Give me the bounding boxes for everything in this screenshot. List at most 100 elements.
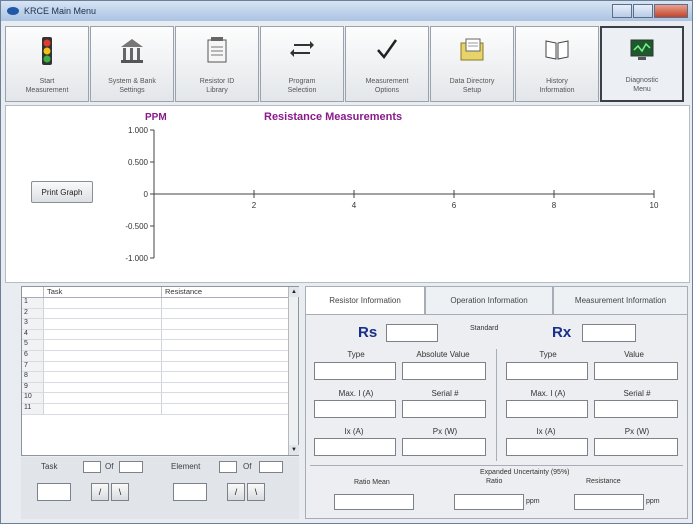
table-row[interactable]: 4: [22, 329, 298, 341]
rs-max-i-field[interactable]: [314, 400, 396, 418]
row-number: 5: [22, 340, 44, 350]
resistance-cell[interactable]: [162, 298, 289, 308]
maximize-button[interactable]: [633, 4, 653, 18]
rs-type-field[interactable]: [314, 362, 396, 380]
rx-field[interactable]: [582, 324, 636, 342]
tab-resistor-information[interactable]: Resistor Information: [305, 286, 425, 314]
element-total-field[interactable]: [259, 461, 283, 473]
chart-title: Resistance Measurements: [264, 111, 402, 123]
main-toolbar: Start Measurement System & Bank Settings…: [5, 26, 690, 102]
task-current-field[interactable]: [83, 461, 101, 473]
table-row[interactable]: 10: [22, 393, 298, 404]
close-button[interactable]: [654, 4, 688, 18]
task-navigation: Task Of Element Of / \ / \: [21, 457, 299, 519]
print-graph-button[interactable]: Print Graph: [31, 181, 93, 203]
uncertainty-section: Expanded Uncertainty (95%) Ratio Mean Ra…: [310, 465, 683, 517]
task-cell[interactable]: [44, 350, 162, 361]
task-cell[interactable]: [44, 372, 162, 382]
minimize-button[interactable]: [612, 4, 632, 18]
resistance-uncertainty-field[interactable]: [574, 494, 644, 510]
task-cell[interactable]: [44, 329, 162, 340]
rx-px-field[interactable]: [594, 438, 678, 456]
table-row[interactable]: 8: [22, 372, 298, 383]
task-cell[interactable]: [44, 298, 162, 308]
resistor-info-body: Rs Standard Rx Type Absolute Value Max. …: [305, 314, 688, 519]
y-tick-label: -0.500: [125, 222, 148, 231]
task-cell[interactable]: [44, 382, 162, 393]
program-selection-button[interactable]: Program Selection: [260, 26, 344, 102]
row-number: 11: [22, 403, 44, 414]
task-cell[interactable]: [44, 308, 162, 319]
resistance-cell[interactable]: [162, 319, 289, 329]
table-row[interactable]: 3: [22, 319, 298, 330]
rs-type-label: Type: [347, 350, 365, 359]
task-cell[interactable]: [44, 361, 162, 372]
rx-ix-field[interactable]: [506, 438, 588, 456]
task-total-field[interactable]: [119, 461, 143, 473]
rs-field[interactable]: [386, 324, 438, 342]
ratio-uncertainty-field[interactable]: [454, 494, 524, 510]
task-cell[interactable]: [44, 319, 162, 329]
resistance-ppm-unit: ppm: [646, 498, 660, 505]
grid-scrollbar[interactable]: ▲ ▼: [288, 287, 299, 455]
data-directory-setup-button[interactable]: Data Directory Setup: [430, 26, 514, 102]
table-row[interactable]: 9: [22, 382, 298, 394]
resistance-cell[interactable]: [162, 393, 289, 403]
task-prev-button[interactable]: /: [91, 483, 109, 501]
element-next-button[interactable]: \: [247, 483, 265, 501]
chart-svg: PPM Resistance Measurements 1.000 0.500 0 -…: [125, 111, 659, 263]
row-number: 8: [22, 372, 44, 382]
rs-serial-field[interactable]: [402, 400, 486, 418]
history-information-button[interactable]: History Information: [515, 26, 599, 102]
task-cell[interactable]: [44, 403, 162, 414]
table-row[interactable]: 7: [22, 361, 298, 373]
tab-measurement-information[interactable]: Measurement Information: [553, 286, 688, 314]
resistance-cell[interactable]: [162, 350, 289, 361]
rs-ix-field[interactable]: [314, 438, 396, 456]
toolbar-label: Resistor ID Library: [199, 78, 235, 94]
resistance-cell[interactable]: [162, 372, 289, 382]
table-row[interactable]: 5: [22, 340, 298, 351]
measurement-options-button[interactable]: Measurement Options: [345, 26, 429, 102]
x-tick-label: 2: [252, 201, 257, 210]
scroll-down-icon[interactable]: ▼: [289, 445, 299, 455]
resistance-chart: PPM Resistance Measurements 1.000 0.500 0 -…: [5, 105, 690, 283]
checkmark-icon: [377, 39, 398, 60]
rs-absolute-value-field[interactable]: [402, 362, 486, 380]
ratio-mean-field[interactable]: [334, 494, 414, 510]
table-row[interactable]: 11: [22, 403, 298, 415]
task-value-field[interactable]: [37, 483, 71, 501]
rs-px-field[interactable]: [402, 438, 486, 456]
resistor-id-library-button[interactable]: Resistor ID Library: [175, 26, 259, 102]
resistance-cell[interactable]: [162, 403, 289, 414]
tab-operation-information[interactable]: Operation Information: [425, 286, 553, 314]
table-row[interactable]: 2: [22, 308, 298, 320]
table-row[interactable]: 1: [22, 298, 298, 309]
rx-max-i-field[interactable]: [506, 400, 588, 418]
element-value-field[interactable]: [173, 483, 207, 501]
app-icon: [7, 7, 19, 15]
element-prev-button[interactable]: /: [227, 483, 245, 501]
start-measurement-button[interactable]: Start Measurement: [5, 26, 89, 102]
resistance-label: Resistance: [586, 478, 621, 485]
element-current-field[interactable]: [219, 461, 237, 473]
table-row[interactable]: 6: [22, 350, 298, 362]
resistance-cell[interactable]: [162, 308, 289, 319]
system-bank-settings-button[interactable]: System & Bank Settings: [90, 26, 174, 102]
resistance-cell[interactable]: [162, 329, 289, 340]
task-next-button[interactable]: \: [111, 483, 129, 501]
resistance-cell[interactable]: [162, 340, 289, 350]
expanded-uncertainty-label: Expanded Uncertainty (95%): [480, 469, 570, 476]
resistance-cell[interactable]: [162, 382, 289, 393]
task-cell[interactable]: [44, 393, 162, 403]
scroll-up-icon[interactable]: ▲: [289, 287, 299, 297]
info-tab-panel: Resistor Information Operation Informati…: [305, 286, 688, 519]
resistance-cell[interactable]: [162, 361, 289, 372]
rx-value-field[interactable]: [594, 362, 678, 380]
rx-type-label: Type: [539, 350, 557, 359]
x-tick-label: 4: [352, 201, 357, 210]
rx-serial-field[interactable]: [594, 400, 678, 418]
rx-type-field[interactable]: [506, 362, 588, 380]
task-cell[interactable]: [44, 340, 162, 350]
diagnostic-menu-button[interactable]: Diagnostic Menu: [600, 26, 684, 102]
